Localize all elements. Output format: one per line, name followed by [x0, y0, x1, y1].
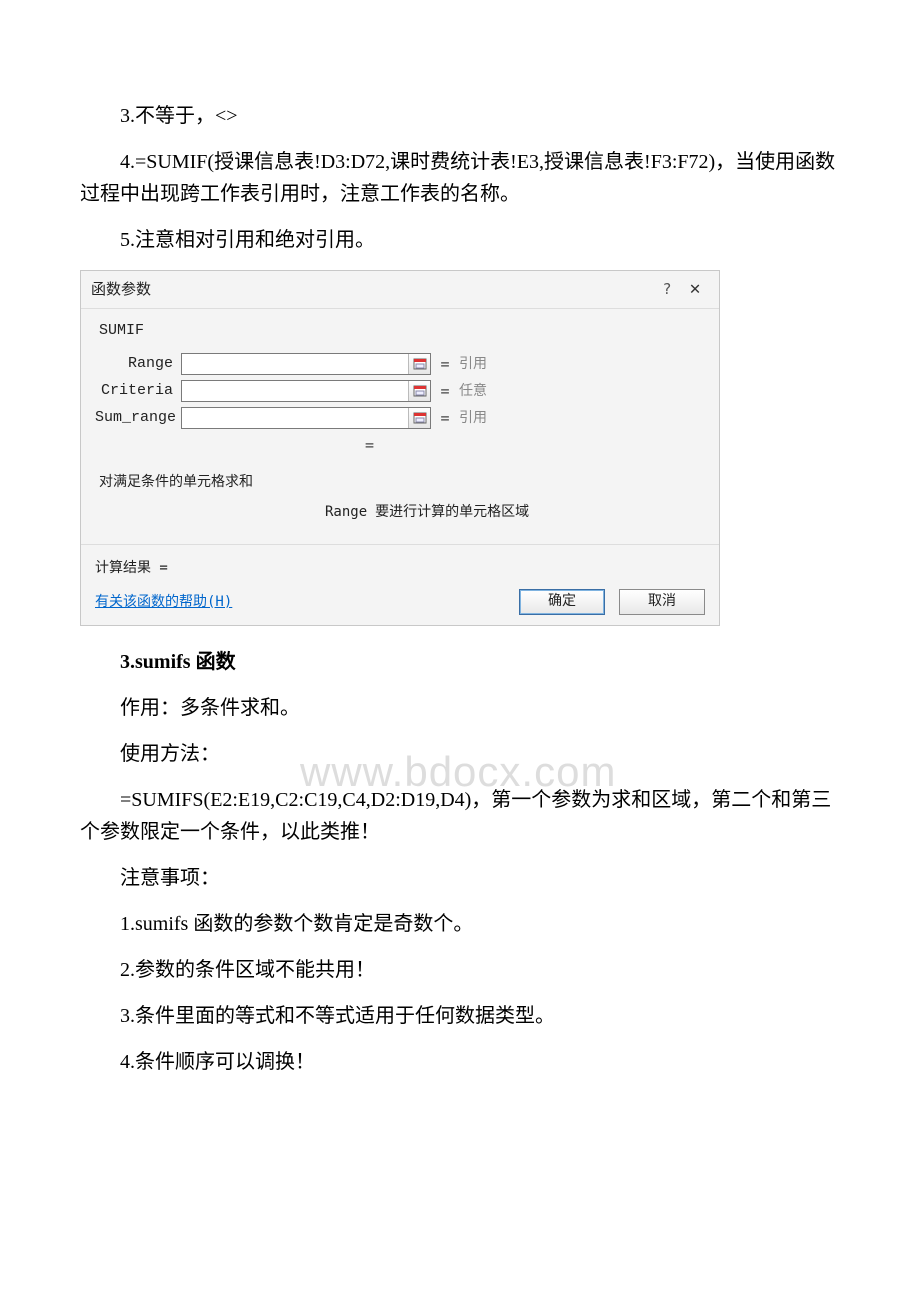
range-picker-icon[interactable]: [408, 354, 430, 374]
help-link[interactable]: 有关该函数的帮助(H): [95, 591, 505, 613]
criteria-input[interactable]: [182, 381, 408, 401]
paragraph-notes-label: 注意事项：: [80, 862, 840, 894]
param-label: Criteria: [95, 379, 181, 403]
equals-sign: =: [431, 406, 459, 430]
range-description: Range 要进行计算的单元格区域: [95, 495, 705, 537]
param-label: Sum_range: [95, 406, 181, 430]
range-picker-icon[interactable]: [408, 381, 430, 401]
paragraph-usage-label: 使用方法：: [80, 738, 840, 770]
paragraph-sumif-cross-sheet: 4.=SUMIF(授课信息表!D3:D72,课时费统计表!E3,授课信息表!F3…: [80, 146, 840, 210]
ok-button[interactable]: 确定: [519, 589, 605, 615]
paragraph-sumifs-example: =SUMIFS(E2:E19,C2:C19,C4,D2:D19,D4)，第一个参…: [80, 784, 840, 848]
param-row-sumrange: Sum_range = 引用: [95, 406, 705, 430]
dialog-titlebar: 函数参数 ? ✕: [81, 271, 719, 309]
range-picker-icon[interactable]: [408, 408, 430, 428]
param-hint: 引用: [459, 353, 487, 375]
paragraph-note-3: 3.条件里面的等式和不等式适用于任何数据类型。: [80, 1000, 840, 1032]
range-desc-text: 要进行计算的单元格区域: [375, 504, 529, 520]
paragraph-note-4: 4.条件顺序可以调换！: [80, 1046, 840, 1078]
param-hint: 引用: [459, 407, 487, 429]
cancel-button[interactable]: 取消: [619, 589, 705, 615]
equals-sign: =: [431, 352, 459, 376]
paragraph-reference-note: 5.注意相对引用和绝对引用。: [80, 224, 840, 256]
help-icon[interactable]: ?: [653, 277, 681, 301]
sumrange-input[interactable]: [182, 408, 408, 428]
paragraph-note-1: 1.sumifs 函数的参数个数肯定是奇数个。: [80, 908, 840, 940]
function-name: SUMIF: [95, 315, 705, 349]
param-input-wrap: [181, 380, 431, 402]
function-description: 对满足条件的单元格求和: [95, 461, 705, 495]
param-label: Range: [95, 352, 181, 376]
param-row-range: Range = 引用: [95, 352, 705, 376]
paragraph-note-2: 2.参数的条件区域不能共用！: [80, 954, 840, 986]
param-input-wrap: [181, 353, 431, 375]
equals-sign: =: [431, 379, 459, 403]
close-icon[interactable]: ✕: [681, 275, 709, 304]
param-hint: 任意: [459, 380, 487, 402]
result-equals: =: [95, 433, 705, 457]
paragraph-purpose: 作用：多条件求和。: [80, 692, 840, 724]
range-desc-key: Range: [325, 504, 367, 520]
heading-sumifs: 3.sumifs 函数: [80, 646, 840, 678]
paragraph-not-equal: 3.不等于，<>: [80, 100, 840, 132]
param-row-criteria: Criteria = 任意: [95, 379, 705, 403]
result-label: 计算结果 =: [95, 553, 705, 589]
range-input[interactable]: [182, 354, 408, 374]
param-input-wrap: [181, 407, 431, 429]
function-arguments-dialog: 函数参数 ? ✕ SUMIF Range = 引用 Criteria: [80, 270, 720, 626]
dialog-title: 函数参数: [91, 277, 653, 301]
